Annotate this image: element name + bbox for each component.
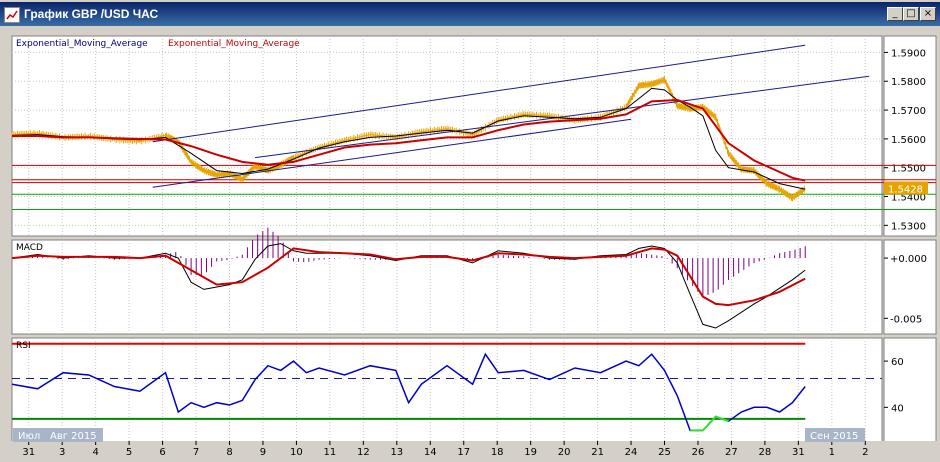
x-tick-label: 7: [193, 447, 199, 458]
x-tick-label: 17: [457, 447, 470, 458]
price-tick-label: 1.5300: [891, 221, 926, 232]
last-price-label: 1.5428: [888, 184, 923, 195]
close-button[interactable]: ×: [920, 7, 936, 21]
chart-icon: [4, 7, 20, 23]
x-tick-label: 25: [658, 447, 671, 458]
x-tick-label: 14: [424, 447, 437, 458]
maximize-button[interactable]: □: [903, 7, 919, 21]
price-tick-label: 1.5600: [891, 135, 926, 146]
month-label-aug: Авг 2015: [50, 431, 97, 442]
x-tick-label: 24: [625, 447, 638, 458]
macd-tick-label: -0.005: [890, 314, 922, 325]
chart-window: График GBP /USD ЧАС _ □ × 1.5900 1.5800 1.…: [0, 0, 940, 462]
x-tick-label: 20: [558, 447, 571, 458]
price-plot-area: [11, 35, 883, 237]
legend-macd: MACD: [16, 243, 43, 253]
rsi-y-axis: [883, 337, 937, 443]
x-tick-label: 18: [491, 447, 504, 458]
x-tick-label: 2: [862, 447, 868, 458]
price-tick-label: 1.5800: [891, 77, 926, 88]
x-tick-label: 11: [324, 447, 337, 458]
x-tick-label: 21: [591, 447, 604, 458]
minimize-button[interactable]: _: [887, 7, 903, 21]
x-tick-label: 8: [226, 447, 232, 458]
x-tick-label: 6: [159, 447, 165, 458]
month-label-jul: Июл: [18, 431, 40, 442]
x-tick-label: 3: [59, 447, 65, 458]
title-bar[interactable]: График GBP /USD ЧАС _ □ ×: [0, 2, 940, 26]
price-tick-label: 1.5900: [891, 48, 926, 59]
x-tick-label: 28: [759, 447, 772, 458]
rsi-tick-label: 40: [891, 403, 904, 414]
legend-ema-fast: Exponential_Moving_Average: [16, 39, 148, 49]
x-tick-label: 31: [792, 447, 805, 458]
chart-canvas: 1.59001.58001.57001.56001.55001.54001.53…: [0, 35, 940, 462]
x-tick-label: 12: [357, 447, 370, 458]
legend-ema-slow: Exponential_Moving_Average: [168, 39, 300, 49]
x-tick-label: 10: [290, 447, 303, 458]
price-tick-label: 1.5700: [891, 106, 926, 117]
x-tick-label: 13: [390, 447, 403, 458]
x-tick-label: 31: [22, 447, 35, 458]
x-tick-label: 5: [126, 447, 132, 458]
legend-rsi: RSI: [16, 341, 31, 351]
macd-tick-label: +0.000: [890, 254, 927, 265]
month-label-sep: Сен 2015: [810, 431, 858, 442]
x-tick-label: 19: [524, 447, 537, 458]
x-tick-label: 27: [725, 447, 738, 458]
window-title: График GBP /USD ЧАС: [24, 7, 159, 21]
x-tick-label: 26: [692, 447, 705, 458]
rsi-tick-label: 60: [891, 357, 904, 368]
x-tick-label: 9: [260, 447, 266, 458]
macd-plot-area: [11, 239, 883, 335]
x-tick-label: 4: [92, 447, 98, 458]
x-tick-label: 1: [829, 447, 835, 458]
